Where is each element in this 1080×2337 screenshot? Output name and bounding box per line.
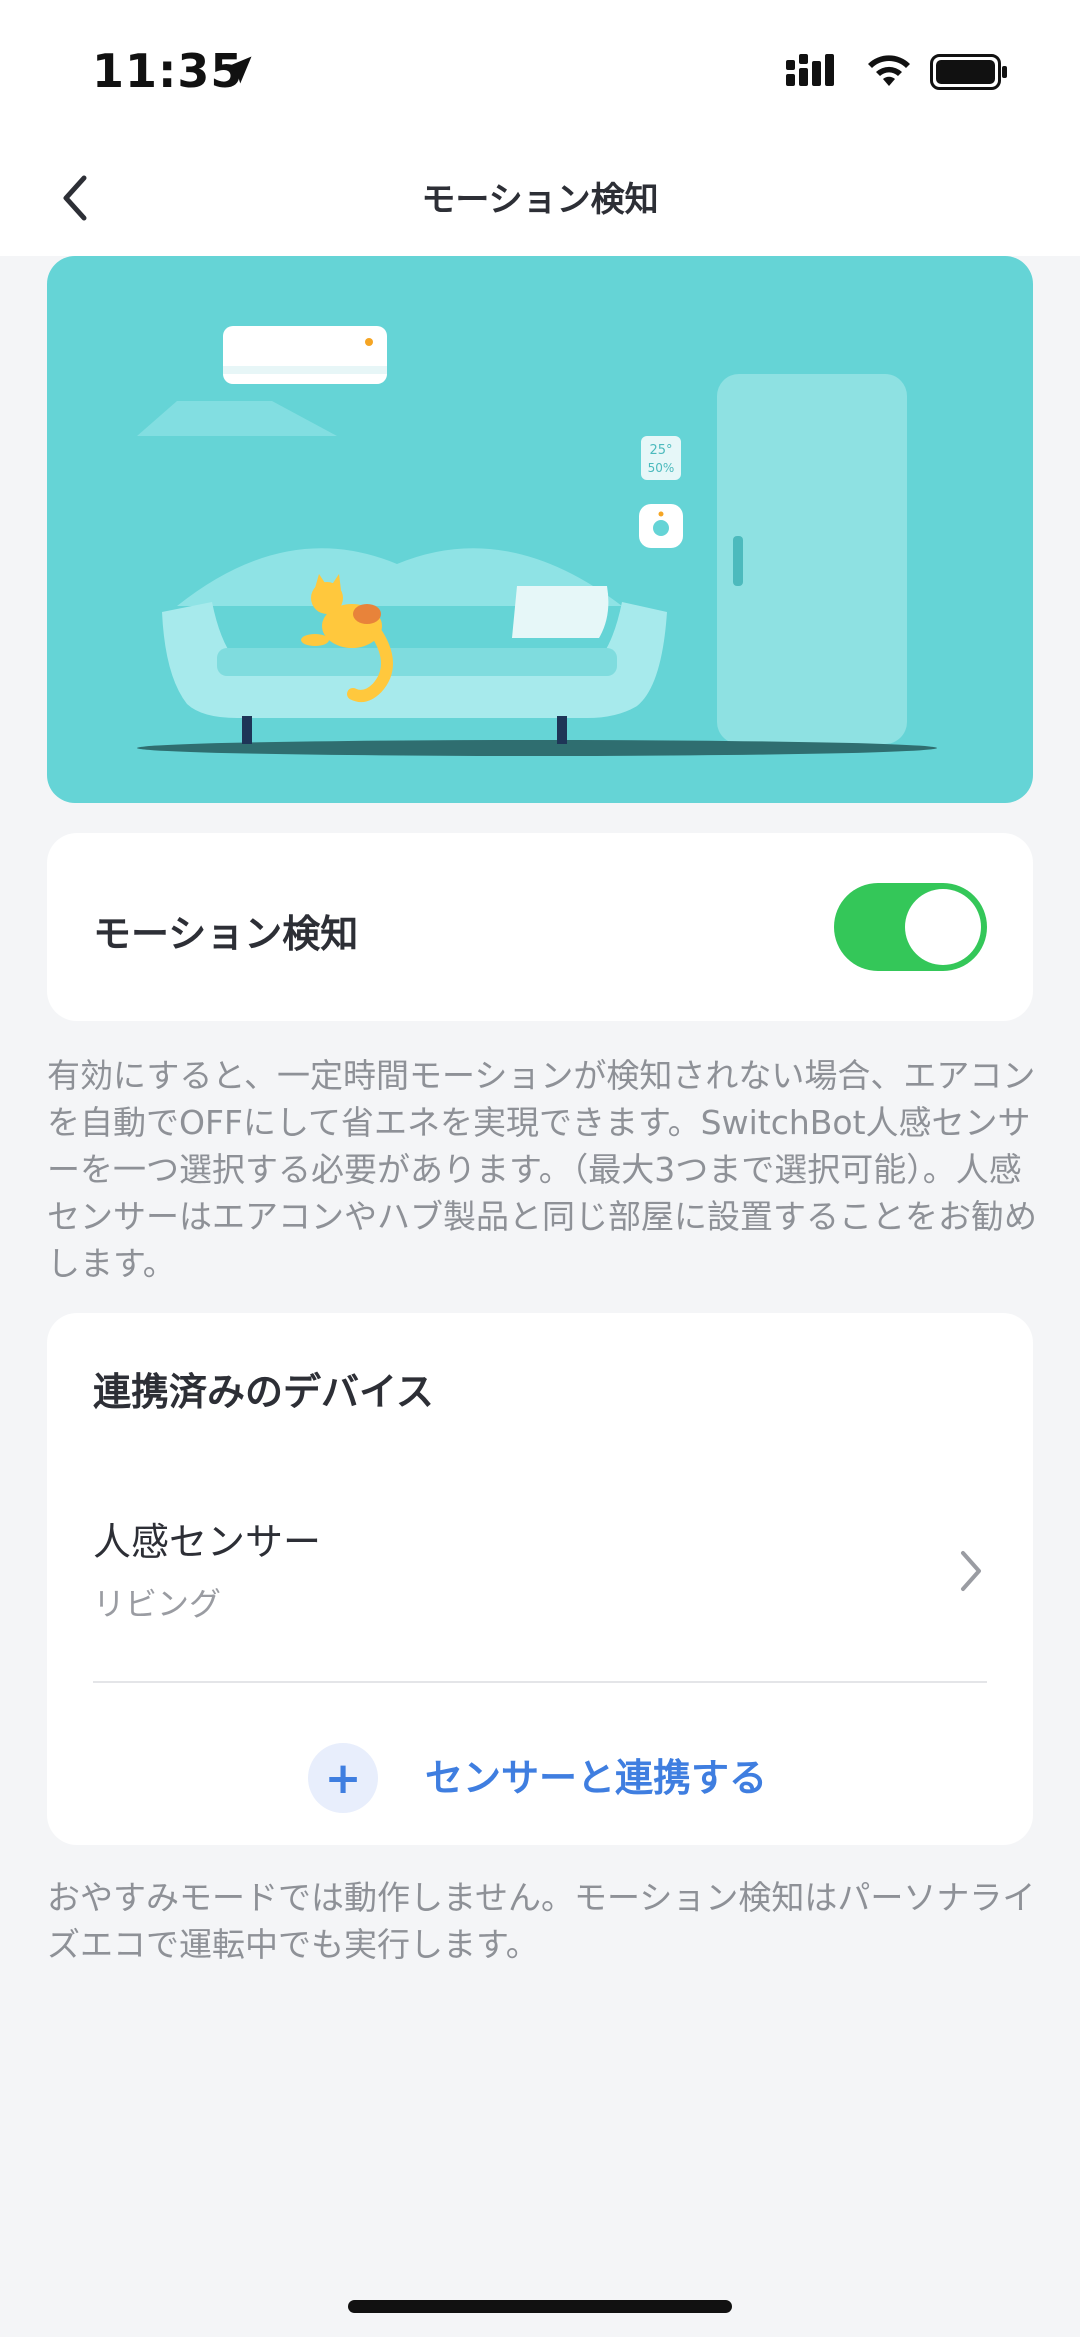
battery-icon — [930, 54, 1007, 90]
add-sensor-label: センサーと連携する — [425, 1756, 768, 1800]
status-bar: 11:35 — [0, 0, 1080, 140]
airflow-shape — [137, 401, 337, 436]
linked-devices-title: 連携済みのデバイス — [93, 1370, 434, 1414]
divider — [93, 1681, 987, 1683]
page-title: モーション検知 — [421, 180, 659, 220]
device-row[interactable]: 人感センサー リビング — [47, 1503, 1033, 1653]
chevron-right-icon — [961, 1551, 981, 1591]
air-conditioner-icon — [223, 326, 387, 384]
nav-bar: モーション検知 — [0, 140, 1080, 256]
location-arrow-icon — [224, 56, 252, 84]
hero-illustration: 25° 50% — [47, 256, 1033, 803]
footer-note: おやすみモードでは動作しません。モーション検知はパーソナライズエコで運転中でも実… — [47, 1878, 1036, 1964]
svg-text:25°: 25° — [649, 443, 672, 458]
wifi-icon — [868, 55, 910, 86]
sofa-icon — [162, 548, 667, 744]
device-room: リビング — [93, 1585, 222, 1623]
add-sensor-button[interactable]: + センサーと連携する — [47, 1709, 1033, 1819]
toggle-knob — [905, 889, 981, 965]
living-room-illustration: 25° 50% — [137, 326, 937, 756]
home-indicator — [348, 2300, 732, 2313]
motion-detection-label: モーション検知 — [93, 912, 359, 956]
motion-detection-toggle[interactable] — [834, 883, 987, 971]
door-icon — [717, 374, 907, 744]
cellular-signal-icon — [786, 54, 834, 86]
motion-sensor-device-icon — [639, 504, 683, 548]
plus-icon: + — [308, 1743, 378, 1813]
linked-devices-card: 連携済みのデバイス 人感センサー リビング + センサーと連携する — [47, 1313, 1033, 1845]
floor-shadow — [137, 740, 937, 756]
thermometer-device-icon: 25° 50% — [641, 436, 681, 480]
svg-text:50%: 50% — [648, 461, 675, 475]
device-name: 人感センサー — [93, 1520, 322, 1564]
motion-detection-card: モーション検知 — [47, 833, 1033, 1021]
motion-detection-description: 有効にすると、一定時間モーションが検知されない場合、エアコンを自動でOFFにして… — [47, 1056, 1037, 1283]
